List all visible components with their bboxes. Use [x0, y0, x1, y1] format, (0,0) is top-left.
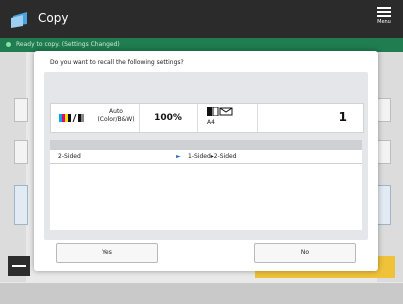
status-dot-icon	[6, 42, 11, 47]
settings-summary-row: Auto (Color/B&W) 100% A4 1	[50, 103, 364, 133]
settings-panel: Auto (Color/B&W) 100% A4 1 2-Sided ► 1-S…	[44, 72, 368, 240]
background-left-button	[14, 185, 28, 225]
zoom-cell: 100%	[139, 104, 198, 132]
recall-settings-dialog: Do you want to recall the following sett…	[34, 51, 378, 271]
color-mode-label: Auto (Color/B&W)	[97, 108, 135, 123]
background-left-panel	[0, 52, 26, 282]
background-right-panel	[377, 52, 403, 282]
app-title: Copy	[38, 11, 69, 25]
copies-value: 1	[338, 110, 347, 124]
status-bar: Ready to copy. (Settings Changed)	[0, 38, 403, 52]
paper-size-label: A4	[207, 119, 215, 126]
top-bar: Copy Menu	[0, 0, 403, 38]
settings-list-empty-area	[50, 164, 362, 230]
paper-cell: A4	[197, 104, 258, 132]
paper-tray-icon	[207, 107, 233, 116]
dialog-question: Do you want to recall the following sett…	[50, 59, 184, 66]
copies-cell: 1	[257, 104, 363, 132]
list-item: 2-Sided ► 1-Sided▸2-Sided	[50, 150, 362, 164]
no-button[interactable]: No	[254, 243, 356, 263]
status-text: Ready to copy. (Settings Changed)	[16, 41, 120, 48]
color-mode-cell: Auto (Color/B&W)	[51, 104, 140, 132]
menu-label: Menu	[377, 19, 391, 25]
setting-value: 1-Sided▸2-Sided	[188, 153, 237, 160]
menu-button[interactable]: Menu	[373, 5, 395, 33]
background-dark-button	[8, 256, 30, 276]
background-left-button	[14, 98, 28, 122]
yes-button[interactable]: Yes	[56, 243, 158, 263]
zoom-value: 100%	[154, 113, 182, 123]
arrow-right-icon: ►	[176, 153, 181, 160]
color-mode-icon	[59, 114, 84, 122]
setting-name: 2-Sided	[58, 153, 81, 160]
settings-list-header	[50, 140, 362, 150]
background-left-button	[14, 140, 28, 164]
footer-bar	[0, 283, 403, 304]
menu-icon	[377, 7, 391, 17]
copy-app-icon	[11, 12, 27, 28]
